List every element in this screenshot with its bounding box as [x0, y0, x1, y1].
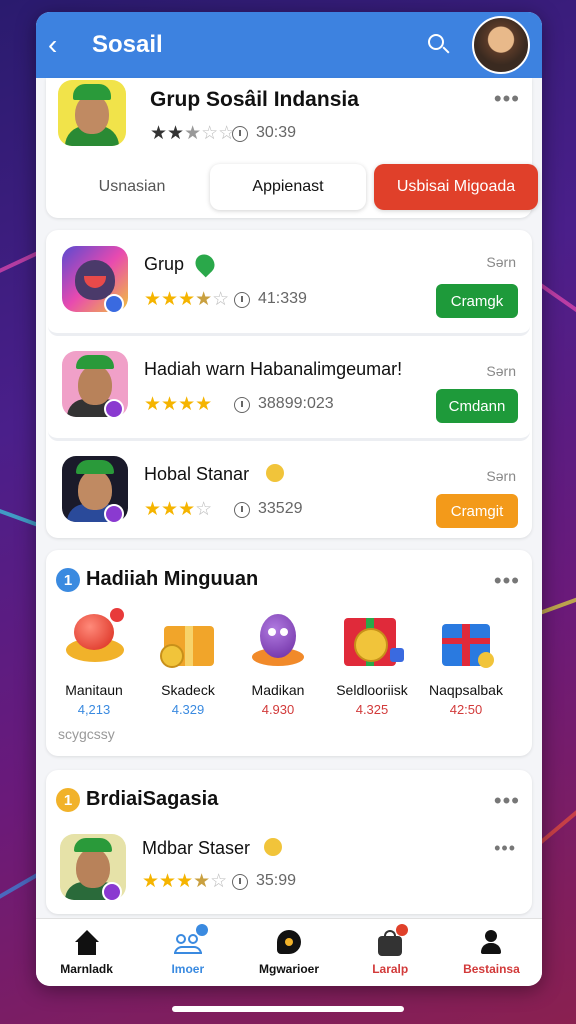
group-header-card: Grup Sosâil Indansia ••• ★★★☆☆ 30:39 Usn…: [46, 78, 538, 218]
section-number: 1: [56, 568, 80, 592]
item-name: Mdbar Staser: [142, 838, 251, 858]
group-list: Grup Sərn ★★★★☆ 41:339 Cramgk Hadiah war…: [46, 230, 532, 538]
nav-home[interactable]: Marnladk: [36, 919, 137, 986]
more-options-icon[interactable]: •••: [494, 568, 520, 594]
monster-icon: [246, 608, 310, 672]
item-status: Sərn: [486, 468, 516, 484]
more-options-icon[interactable]: •••: [494, 86, 520, 112]
item-meta: 33529: [258, 500, 303, 517]
group-rating: ★★★☆☆: [150, 123, 236, 144]
rewards-footer: scygcssy: [58, 726, 115, 742]
chevron-left-icon[interactable]: ‹: [48, 29, 78, 61]
brdiai-section: 1 BrdiaiSagasia ••• Mdbar Staser ••• ★★★…: [46, 770, 532, 914]
user-avatar[interactable]: [472, 16, 530, 74]
item-meta: 35:99: [256, 872, 297, 889]
bag-icon: [376, 923, 409, 956]
group-name: Grup Sosâil Indansia: [150, 88, 359, 111]
clock-icon: [234, 502, 250, 518]
tab-usbisai-migoada[interactable]: Usbisai Migoada: [374, 164, 538, 210]
rewards-section: 1 Hadiiah Minguuan ••• Manitaun 4,213 Sk…: [46, 550, 532, 756]
section-number: 1: [56, 788, 80, 812]
top-bar: ‹ Sosail: [36, 12, 542, 78]
nav-people[interactable]: Imoer: [137, 919, 238, 986]
list-item[interactable]: Hadiah warn Habanalimgeumar! Sərn ★★★★ 3…: [48, 341, 530, 441]
group-avatar: [58, 80, 126, 146]
home-icon: [73, 929, 101, 956]
section-title: BrdiaiSagasia: [86, 788, 219, 810]
list-item[interactable]: Hobal Stanar Sərn ★★★☆ 33529 Cramgit: [48, 446, 530, 546]
item-name: Hobal Stanar: [144, 464, 250, 484]
clock-icon: [232, 126, 248, 142]
gold-ball-icon: [62, 608, 126, 672]
reward-item[interactable]: Manitaun 4,213: [48, 608, 140, 717]
tab-appienast[interactable]: Appienast: [210, 164, 366, 210]
reward-item[interactable]: Naqpsalbak 42:50: [420, 608, 512, 717]
item-meta: 38899:023: [258, 395, 334, 412]
chat-icon: [275, 929, 303, 956]
item-status: Sərn: [486, 363, 516, 379]
reward-item[interactable]: Skadeck 4.329: [142, 608, 234, 717]
action-button[interactable]: Cramgit: [436, 494, 518, 528]
verified-icon: [191, 250, 219, 278]
action-button[interactable]: Cramgk: [436, 284, 518, 318]
reward-item[interactable]: Madikan 4.930: [232, 608, 324, 717]
badge-icon: [104, 399, 124, 419]
badge-icon: [104, 504, 124, 524]
search-icon[interactable]: [426, 32, 452, 58]
nav-chat[interactable]: Mgwarioer: [238, 919, 339, 986]
item-rating: ★★★☆: [144, 499, 213, 520]
home-indicator[interactable]: [172, 1006, 404, 1012]
badge-icon: [102, 882, 122, 902]
profile-icon: [477, 929, 505, 956]
more-options-icon[interactable]: •••: [494, 838, 516, 859]
action-button[interactable]: Cmdann: [436, 389, 518, 423]
group-time: 30:39: [256, 124, 297, 141]
gold-badge-icon: [266, 464, 284, 482]
clock-icon: [232, 874, 248, 890]
app-window: ‹ Sosail Grup Sosâil Indansia ••• ★★★☆☆ …: [36, 12, 542, 986]
item-name: Grup: [144, 254, 185, 274]
page-title: Sosail: [92, 31, 163, 58]
item-rating: ★★★★: [144, 394, 213, 415]
blue-gift-icon: [434, 608, 498, 672]
more-options-icon[interactable]: •••: [494, 788, 520, 814]
nav-bag[interactable]: Laralp: [340, 919, 441, 986]
tab-usnasian[interactable]: Usnasian: [56, 164, 208, 210]
item-meta: 41:339: [258, 290, 307, 307]
reward-item[interactable]: Seldlooriisk 4.325: [326, 608, 418, 717]
gift-box-icon: [156, 608, 220, 672]
coin-gift-icon: [340, 608, 404, 672]
list-item[interactable]: Grup Sərn ★★★★☆ 41:339 Cramgk: [48, 236, 530, 336]
tab-bar: Usnasian Appienast Usbisai Migoada: [46, 164, 538, 212]
item-rating: ★★★★☆: [144, 289, 230, 310]
clock-icon: [234, 397, 250, 413]
nav-profile[interactable]: Bestainsa: [441, 919, 542, 986]
item-name: Hadiah warn Habanalimgeumar!: [144, 359, 403, 379]
badge-icon: [104, 294, 124, 314]
gold-badge-icon: [264, 838, 282, 856]
people-icon: [173, 923, 208, 956]
item-rating: ★★★★☆: [142, 871, 228, 892]
section-title: Hadiiah Minguuan: [86, 568, 259, 590]
bottom-nav: Marnladk Imoer Mgwarioer Laralp Bestains…: [36, 918, 542, 986]
item-status: Sərn: [486, 254, 516, 270]
clock-icon: [234, 292, 250, 308]
